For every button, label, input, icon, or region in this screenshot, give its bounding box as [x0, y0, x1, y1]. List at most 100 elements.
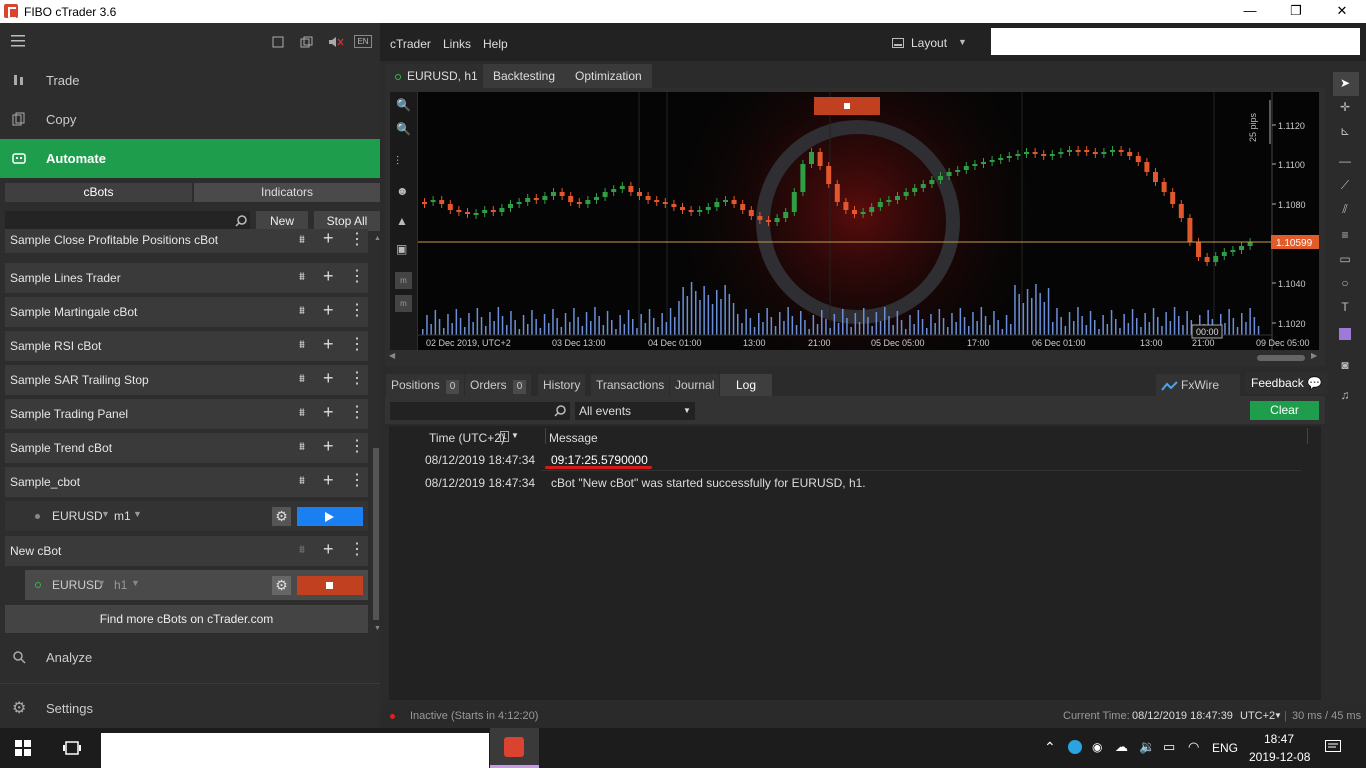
timeframe-m1-button[interactable]: m	[395, 272, 412, 289]
taskbar-ctrader-app[interactable]	[490, 728, 539, 768]
discord-icon[interactable]: ◉	[1092, 740, 1102, 754]
timezone-dropdown-icon[interactable]: ▼	[1274, 711, 1282, 720]
close-button[interactable]: ✕	[1319, 0, 1365, 23]
notifications-icon[interactable]	[1325, 740, 1341, 755]
menu-ctrader[interactable]: cTrader	[390, 37, 431, 51]
battery-icon[interactable]: ▭	[1163, 739, 1175, 755]
chart-horizontal-scrollbar[interactable]: ◀ ▶	[389, 351, 1319, 363]
tab-log[interactable]: Log	[720, 374, 772, 396]
more-icon[interactable]: ⋮	[349, 472, 365, 490]
backtest-icon[interactable]: ⩩	[299, 373, 311, 385]
settings-gear-icon[interactable]: ⚙	[272, 507, 291, 526]
symbol-dropdown-icon[interactable]: ▼	[101, 509, 110, 519]
log-row[interactable]: 08/12/2019 18:47:34 09:17:25.5790000	[389, 448, 1321, 470]
nav-trade[interactable]: Trade	[0, 61, 380, 100]
cbot-search-input[interactable]	[5, 211, 250, 231]
col-message-header[interactable]: Message	[549, 431, 598, 445]
horizontal-line-icon[interactable]: —	[1337, 154, 1353, 170]
cbot-row[interactable]: Sample_cbot ⩩ + ⋮	[5, 467, 368, 497]
sidebar-scrollbar[interactable]: ▲ ▼	[373, 235, 381, 635]
backtest-icon[interactable]: ⩩	[299, 544, 311, 556]
channel-tool-icon[interactable]: ⫽	[1337, 202, 1353, 218]
backtest-icon[interactable]: ⩩	[299, 271, 311, 283]
new-cbot-button[interactable]: New	[256, 211, 308, 231]
backtest-icon[interactable]: ⩩	[299, 305, 311, 317]
nav-analyze[interactable]: Analyze	[0, 638, 380, 677]
input-language[interactable]: ENG	[1212, 741, 1238, 755]
instance-timeframe[interactable]: m1	[114, 509, 131, 523]
backtest-icon[interactable]: ⩩	[299, 407, 311, 419]
cbot-row[interactable]: Sample Martingale cBot ⩩ + ⋮	[5, 297, 368, 327]
scroll-left-icon[interactable]: ◀	[389, 351, 395, 360]
ellipse-tool-icon[interactable]: ○	[1337, 276, 1353, 292]
camera-icon[interactable]: ◙	[1337, 358, 1353, 374]
chart-scroll-thumb[interactable]	[1257, 355, 1305, 361]
telegram-icon[interactable]	[1068, 740, 1082, 754]
backtest-icon[interactable]: ⩩	[299, 234, 311, 246]
feedback-button[interactable]: Feedback 💬	[1246, 372, 1327, 394]
cbot-row[interactable]: Sample Lines Trader ⩩ + ⋮	[5, 263, 368, 293]
template-icon[interactable]: ▲	[396, 214, 408, 228]
mute-icon[interactable]	[328, 36, 344, 48]
fullscreen-icon[interactable]	[272, 36, 284, 48]
stop-cbot-button[interactable]	[297, 576, 363, 595]
tab-cbots[interactable]: cBots	[5, 183, 192, 202]
cbot-row[interactable]: Sample RSI cBot ⩩ + ⋮	[5, 331, 368, 361]
price-chart[interactable]: 1.11201.11001.10801.10601.10401.1020 25 …	[418, 92, 1319, 350]
taskbar-search-box[interactable]	[101, 733, 489, 768]
event-filter-select[interactable]: All events ▼	[575, 402, 695, 420]
backtest-icon[interactable]: ⩩	[299, 475, 311, 487]
clear-log-button[interactable]: Clear	[1250, 401, 1319, 420]
cloud-icon[interactable]: ☁	[1115, 739, 1128, 755]
cbot-row[interactable]: Sample Trend cBot ⩩ + ⋮	[5, 433, 368, 463]
screenshot-icon[interactable]: ▣	[396, 242, 407, 256]
zoom-out-icon[interactable]: 🔍	[396, 122, 411, 136]
nav-copy[interactable]: Copy	[0, 100, 380, 139]
trendline-tool-icon[interactable]: ⟋	[1337, 178, 1353, 194]
add-instance-icon[interactable]: +	[323, 539, 337, 560]
task-view-icon[interactable]	[63, 740, 81, 756]
timeframe-m10-button[interactable]: m	[395, 295, 412, 312]
find-more-cbots-button[interactable]: Find more cBots on cTrader.com	[5, 605, 368, 633]
cbot-row[interactable]: Sample Trading Panel ⩩ + ⋮	[5, 399, 368, 429]
chart-type-icon[interactable]: ⫶	[396, 154, 399, 169]
col-time-header[interactable]: Time (UTC+2)	[429, 431, 505, 445]
face-icon[interactable]: ☻	[396, 184, 409, 198]
tray-expand-icon[interactable]: ⌃	[1044, 739, 1056, 756]
nav-settings[interactable]: ⚙ Settings	[0, 689, 380, 728]
more-icon[interactable]: ⋮	[349, 231, 365, 249]
pointer-tool-icon[interactable]: ➤	[1337, 76, 1353, 92]
add-instance-icon[interactable]: +	[323, 334, 337, 355]
detach-icon[interactable]	[300, 36, 313, 48]
log-search-input[interactable]	[390, 402, 570, 420]
add-instance-icon[interactable]: +	[323, 402, 337, 423]
more-icon[interactable]: ⋮	[349, 438, 365, 456]
start-cbot-button[interactable]	[297, 507, 363, 526]
tab-optimization[interactable]: Optimization	[565, 64, 652, 88]
clock-time[interactable]: 18:47	[1264, 732, 1294, 746]
tab-backtesting[interactable]: Backtesting	[483, 64, 566, 88]
more-icon[interactable]: ⋮	[349, 541, 365, 559]
cbot-row[interactable]: Sample Close Profitable Positions cBot ⩩…	[5, 228, 368, 253]
clock-date[interactable]: 2019-12-08	[1249, 750, 1310, 764]
crosshair-tool-icon[interactable]: ✛	[1337, 100, 1353, 116]
fibonacci-tool-icon[interactable]: ≡	[1337, 228, 1353, 244]
minimize-button[interactable]: —	[1227, 0, 1273, 23]
maximize-button[interactable]: ❐	[1273, 0, 1319, 23]
timeframe-dropdown-icon[interactable]: ▼	[133, 509, 142, 519]
layout-dropdown[interactable]: Layout	[911, 36, 947, 50]
add-instance-icon[interactable]: +	[323, 300, 337, 321]
wifi-icon[interactable]: ◠	[1188, 739, 1199, 755]
nav-automate[interactable]: Automate	[0, 139, 380, 178]
more-icon[interactable]: ⋮	[349, 268, 365, 286]
hamburger-menu-icon[interactable]	[11, 35, 25, 47]
cbot-instance-row[interactable]: EURUSD ▼ m1 ▼ ⚙	[5, 501, 368, 531]
add-instance-icon[interactable]: +	[323, 266, 337, 287]
layout-dropdown-arrow-icon[interactable]: ▼	[958, 37, 967, 47]
tab-history[interactable]: History	[538, 374, 586, 396]
backtest-icon[interactable]: ⩩	[299, 339, 311, 351]
log-row[interactable]: 08/12/2019 18:47:34 cBot "New cBot" was …	[389, 471, 1321, 493]
rectangle-tool-icon[interactable]: ▭	[1337, 252, 1353, 268]
settings-gear-icon[interactable]: ⚙	[272, 576, 291, 595]
menu-help[interactable]: Help	[483, 37, 508, 51]
